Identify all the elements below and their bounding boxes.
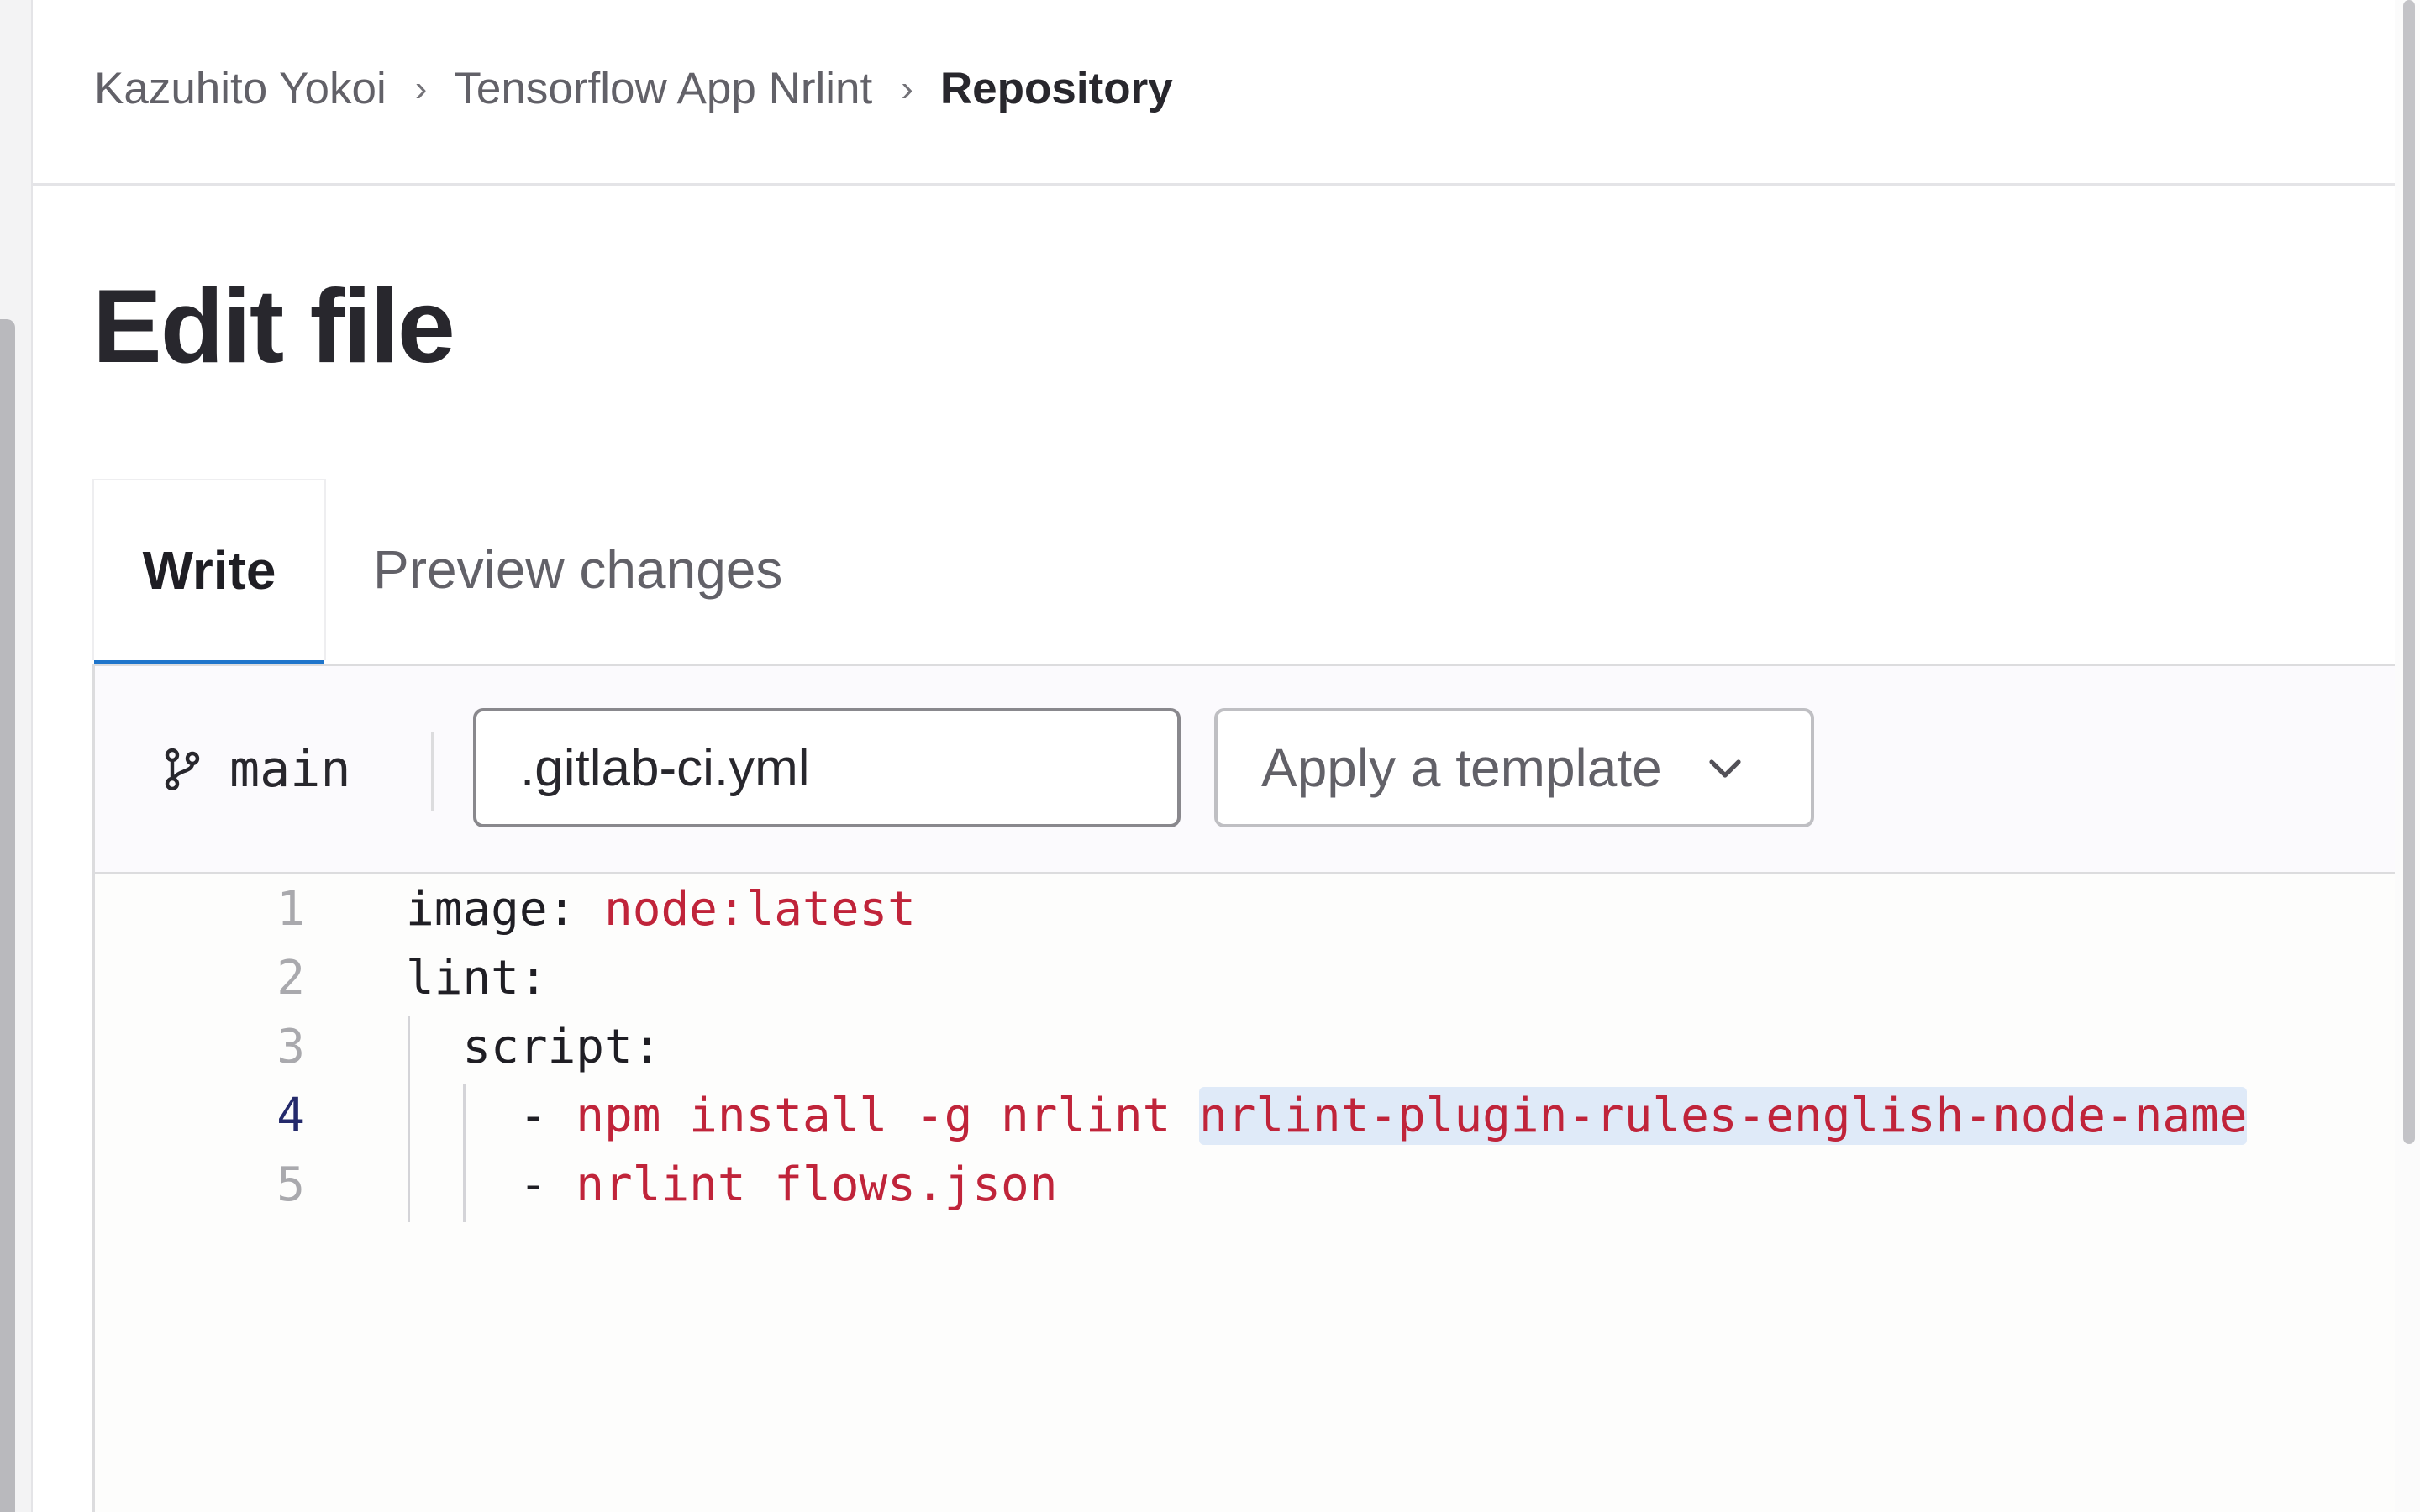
tab-write-label: Write — [142, 540, 276, 601]
apply-template-label: Apply a template — [1261, 738, 1662, 798]
breadcrumb-item-project[interactable]: Tensorflow App Nrlint — [454, 63, 872, 114]
line-number: 5 — [276, 1157, 305, 1212]
tab-preview-label: Preview changes — [373, 539, 783, 600]
filename-input[interactable] — [473, 708, 1181, 827]
code-editor[interactable]: 1 image: node:latest 2 lint: 3 script: 4… — [95, 874, 2395, 1512]
file-editor: main Apply a template 1 image: node:late… — [92, 664, 2395, 1512]
branch-icon — [165, 748, 200, 790]
breadcrumb-separator-icon: › — [901, 67, 913, 109]
line-number: 2 — [276, 950, 305, 1005]
code-content: image: node:latest — [406, 882, 916, 937]
apply-template-dropdown[interactable]: Apply a template — [1214, 708, 1814, 827]
selected-word-highlight: nrlint-plugin-rules-english-node-name — [1199, 1086, 2248, 1145]
line-number: 1 — [276, 881, 305, 937]
page-title: Edit file — [92, 269, 455, 385]
yaml-value: nrlint flows.json — [576, 1157, 1058, 1212]
code-content: lint: — [406, 951, 548, 1005]
sidebar-edge — [0, 0, 33, 1512]
code-content: script: — [406, 1020, 660, 1074]
chevron-down-icon — [1709, 759, 1741, 778]
breadcrumb-separator-icon: › — [414, 67, 428, 109]
editor-toolbar: main Apply a template — [95, 666, 2395, 874]
branch-name: main — [229, 739, 351, 799]
top-bar: Kazuhito Yokoi › Tensorflow App Nrlint ›… — [33, 0, 2395, 186]
yaml-value: node:latest — [604, 881, 916, 937]
tab-preview-changes[interactable]: Preview changes — [373, 479, 782, 660]
code-content: - nrlint flows.json — [406, 1157, 1058, 1212]
sidebar-scrollbar[interactable] — [0, 319, 15, 1512]
line-number-active: 4 — [276, 1088, 305, 1143]
branch-indicator: main — [164, 666, 351, 872]
line-number: 3 — [276, 1019, 305, 1074]
toolbar-divider — [431, 732, 434, 811]
tab-write[interactable]: Write — [92, 479, 326, 667]
yaml-key: script: — [406, 1019, 661, 1074]
yaml-key: lint: — [406, 950, 548, 1005]
yaml-list-dash: - — [406, 1088, 576, 1143]
yaml-key: image: — [406, 881, 576, 937]
breadcrumb-item-repository[interactable]: Repository — [940, 63, 1173, 114]
yaml-list-dash: - — [406, 1157, 576, 1212]
breadcrumb: Kazuhito Yokoi › Tensorflow App Nrlint ›… — [94, 63, 1173, 114]
page-scrollbar-track — [2395, 0, 2420, 1512]
breadcrumb-item-user[interactable]: Kazuhito Yokoi — [94, 63, 387, 114]
page-scrollbar[interactable] — [2403, 0, 2415, 1144]
code-content: - npm install -g nrlint nrlint-plugin-ru… — [406, 1086, 2248, 1145]
editor-tabs: Write Preview changes — [92, 479, 2395, 667]
yaml-value: npm install -g nrlint — [576, 1088, 1200, 1143]
